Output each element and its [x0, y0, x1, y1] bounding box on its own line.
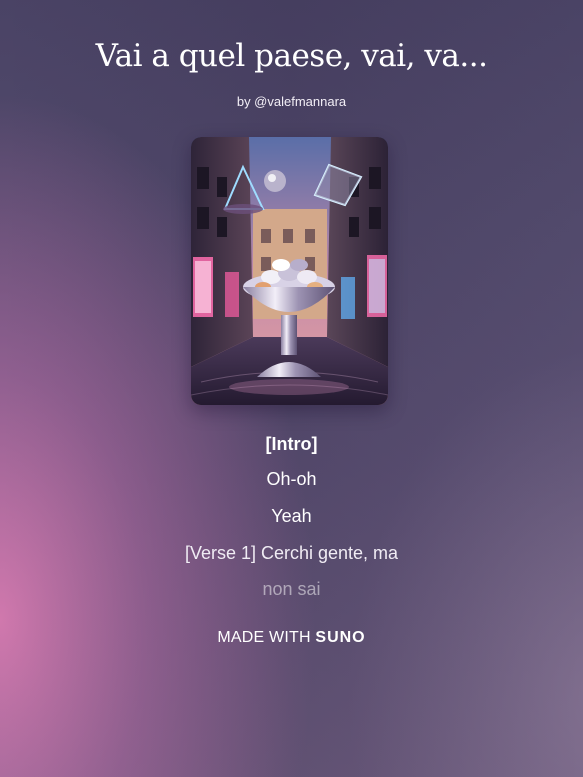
cover-art-image	[191, 137, 388, 405]
lyric-line: Yeah	[271, 506, 312, 526]
made-with-suno-link[interactable]: MADE WITH SUNO	[0, 629, 583, 647]
lyric-line: [Verse 1] Cerchi gente, ma	[184, 543, 399, 563]
lyric-line-faded: non sai	[262, 579, 321, 599]
song-title: Vai a quel paese, vai, va...	[95, 38, 488, 74]
suno-brand: SUNO	[315, 629, 366, 646]
made-with-label: MADE WITH	[217, 629, 311, 646]
lyric-line-intro: [Intro]	[265, 434, 318, 454]
cover-art-illustration	[191, 137, 388, 405]
artist-byline[interactable]: by @valefmannara	[0, 94, 583, 109]
lyric-line: Oh-oh	[266, 469, 317, 489]
